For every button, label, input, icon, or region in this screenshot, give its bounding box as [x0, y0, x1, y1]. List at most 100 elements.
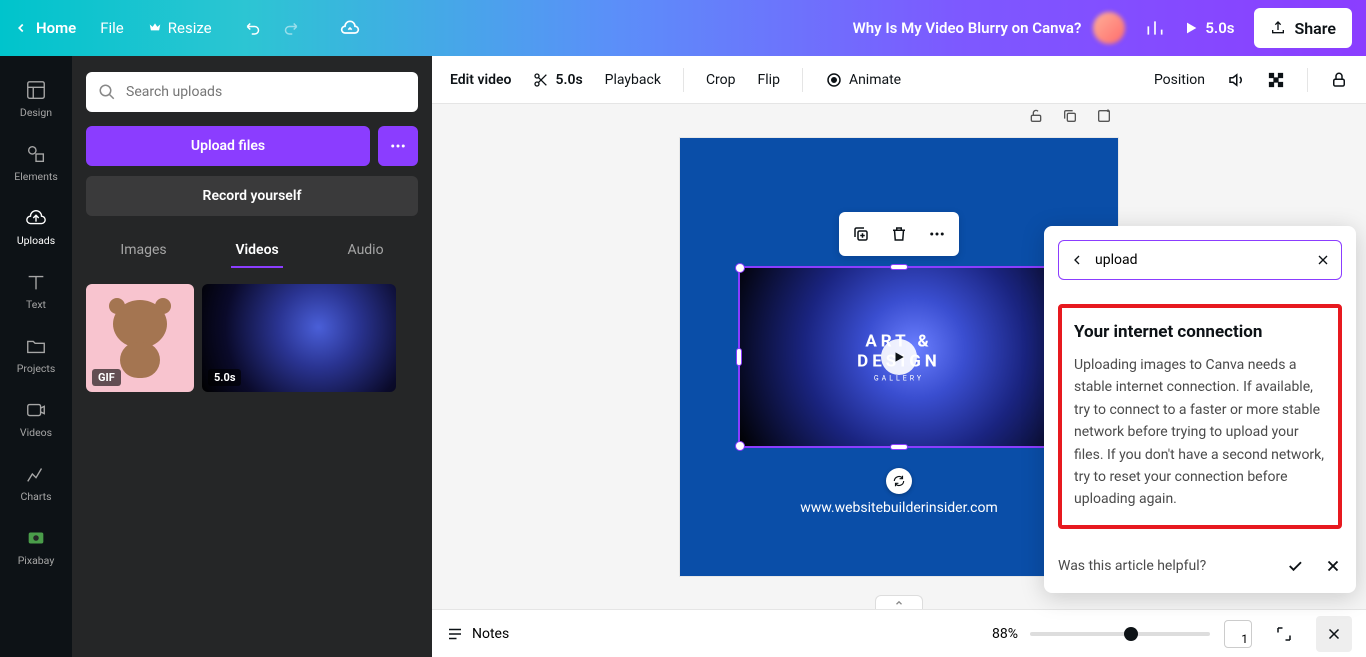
search-input[interactable] — [126, 84, 406, 100]
close-icon[interactable] — [1315, 252, 1331, 268]
selected-video-element[interactable]: ART & DESIGN GALLERY — [740, 268, 1058, 446]
uploads-tabs: Images Videos Audio — [86, 234, 418, 268]
duration-button[interactable]: 5.0s — [533, 72, 582, 88]
rail-projects[interactable]: Projects — [0, 322, 72, 386]
record-yourself-button[interactable]: Record yourself — [86, 176, 418, 216]
url-text: www.websitebuilderinsider.com — [800, 500, 998, 516]
resize-handle[interactable] — [735, 263, 745, 273]
page-add-button[interactable] — [1090, 104, 1118, 130]
lock-button[interactable] — [1330, 71, 1348, 89]
duplicate-element-button[interactable] — [843, 216, 879, 252]
duration-value: 5.0s — [555, 72, 582, 88]
helpful-yes-button[interactable] — [1286, 557, 1304, 575]
play-icon — [892, 350, 906, 364]
copy-icon — [852, 225, 870, 243]
volume-button[interactable] — [1227, 71, 1245, 89]
playback-button[interactable]: Playback — [605, 72, 661, 88]
duration-badge: 5.0s — [208, 369, 241, 386]
top-bar: Home File Resize Why Is My Video Blurry … — [0, 0, 1366, 56]
folder-icon — [25, 335, 47, 357]
tab-images[interactable]: Images — [116, 234, 170, 268]
cloud-upload-icon — [25, 207, 47, 229]
page-duplicate-button[interactable] — [1056, 104, 1084, 130]
rail-label: Uploads — [17, 234, 55, 247]
expand-icon — [1275, 625, 1293, 643]
text-icon — [25, 271, 47, 293]
bottom-bar: Notes 88% 1 — [432, 609, 1366, 657]
element-toolbar: Edit video 5.0s Playback Crop Flip Anima… — [432, 56, 1366, 104]
home-label: Home — [36, 19, 76, 37]
rail-label: Design — [20, 106, 52, 119]
more-horizontal-icon — [928, 225, 946, 243]
rail-videos[interactable]: Videos — [0, 386, 72, 450]
tab-videos[interactable]: Videos — [231, 234, 282, 268]
file-menu[interactable]: File — [100, 19, 124, 37]
rail-uploads[interactable]: Uploads — [0, 194, 72, 258]
video-play-button[interactable] — [881, 339, 917, 375]
resize-edge[interactable] — [890, 264, 908, 270]
resize-label: Resize — [168, 19, 212, 37]
upload-thumb-gif[interactable]: GIF — [86, 284, 194, 392]
page-list-peek[interactable] — [875, 595, 923, 609]
resize-edge[interactable] — [890, 444, 908, 450]
zoom-slider[interactable] — [1030, 632, 1210, 636]
notes-button[interactable]: Notes — [446, 625, 509, 643]
upload-thumb-video[interactable]: 5.0s — [202, 284, 396, 392]
resize-menu[interactable]: Resize — [148, 19, 212, 37]
help-heading: Your internet connection — [1074, 322, 1326, 342]
upload-more-button[interactable] — [378, 126, 418, 166]
search-uploads[interactable] — [86, 72, 418, 112]
rail-pixabay[interactable]: Pixabay — [0, 514, 72, 578]
rail-text[interactable]: Text — [0, 258, 72, 322]
helpful-no-button[interactable] — [1324, 557, 1342, 575]
add-page-icon — [1096, 108, 1112, 124]
delete-element-button[interactable] — [881, 216, 917, 252]
rail-design[interactable]: Design — [0, 66, 72, 130]
uploads-panel: Upload files Record yourself Images Vide… — [72, 56, 432, 657]
flip-button[interactable]: Flip — [758, 72, 780, 88]
help-button[interactable] — [1316, 616, 1352, 652]
more-element-button[interactable] — [919, 216, 955, 252]
upload-files-button[interactable]: Upload files — [86, 126, 370, 166]
position-button[interactable]: Position — [1154, 72, 1205, 88]
unlock-icon — [1028, 108, 1044, 124]
transparency-button[interactable] — [1267, 71, 1285, 89]
undo-button[interactable] — [236, 10, 272, 46]
fullscreen-button[interactable] — [1266, 616, 1302, 652]
user-avatar[interactable] — [1093, 12, 1125, 44]
cloud-sync-button[interactable] — [332, 10, 368, 46]
redo-icon — [281, 19, 299, 37]
page-lock-button[interactable] — [1022, 104, 1050, 130]
notes-label: Notes — [472, 626, 509, 642]
duplicate-icon — [1062, 108, 1078, 124]
page-count-button[interactable]: 1 — [1224, 620, 1252, 648]
chevron-up-icon — [894, 598, 904, 608]
play-preview-button[interactable]: 5.0s — [1173, 19, 1244, 37]
help-search[interactable] — [1058, 240, 1342, 280]
analytics-button[interactable] — [1137, 10, 1173, 46]
tab-audio[interactable]: Audio — [344, 234, 388, 268]
animate-button[interactable]: Animate — [825, 71, 901, 89]
share-button[interactable]: Share — [1254, 8, 1352, 48]
rail-charts[interactable]: Charts — [0, 450, 72, 514]
search-icon — [98, 83, 116, 101]
home-button[interactable]: Home — [14, 19, 76, 37]
resize-handle[interactable] — [735, 441, 745, 451]
resize-edge[interactable] — [736, 348, 742, 366]
duration-label: 5.0s — [1205, 19, 1234, 37]
document-title[interactable]: Why Is My Video Blurry on Canva? — [853, 19, 1082, 37]
rail-elements[interactable]: Elements — [0, 130, 72, 194]
edit-video-button[interactable]: Edit video — [450, 72, 511, 88]
animate-icon — [825, 71, 843, 89]
art-line2: GALLERY — [820, 374, 979, 382]
redo-button[interactable] — [272, 10, 308, 46]
rotate-handle[interactable] — [886, 468, 912, 494]
video-icon — [25, 399, 47, 421]
bear-graphic — [105, 298, 175, 378]
help-popup: Your internet connection Uploading image… — [1044, 226, 1356, 593]
floating-toolbar — [839, 212, 959, 256]
help-footer-text: Was this article helpful? — [1058, 558, 1206, 574]
help-search-input[interactable] — [1095, 252, 1305, 268]
zoom-knob[interactable] — [1124, 627, 1138, 641]
crop-button[interactable]: Crop — [706, 72, 736, 88]
